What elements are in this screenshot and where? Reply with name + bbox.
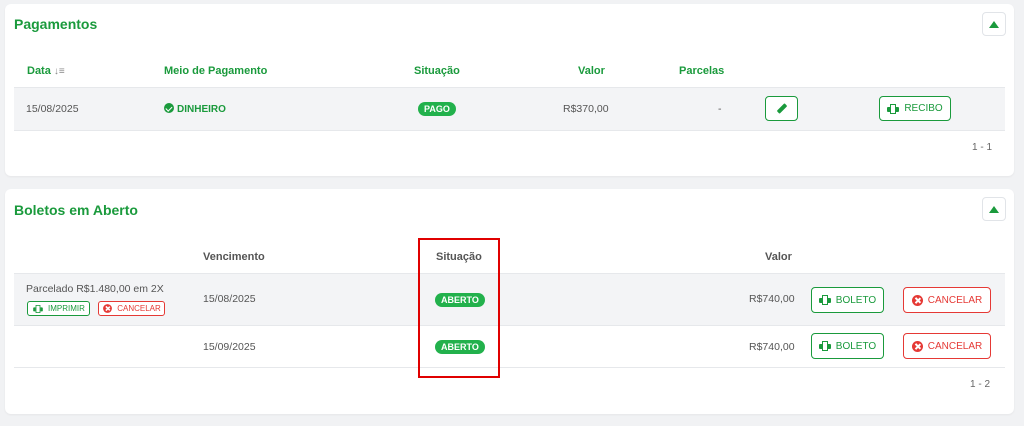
row-parcelas: - [718, 103, 722, 115]
cancelar-parcelamento-button[interactable]: CANCELAR [98, 301, 165, 316]
pagamentos-collapse-button[interactable] [982, 12, 1006, 36]
row-vencimento: 15/08/2025 [203, 293, 256, 305]
boletos-card: Boletos em Aberto Vencimento Situação Va… [5, 189, 1014, 414]
printer-icon [818, 341, 831, 351]
pagination-info: 1 - 2 [970, 379, 991, 390]
highlight-box [418, 238, 500, 378]
header-parcelas: Parcelas [679, 65, 725, 77]
divider [14, 130, 1005, 131]
printer-icon [887, 103, 900, 114]
boleto-button[interactable]: BOLETO [811, 333, 884, 359]
pagination-info: 1 - 1 [972, 142, 993, 153]
imprimir-button[interactable]: IMPRIMIR [27, 301, 90, 316]
header-meio-pagamento: Meio de Pagamento [164, 65, 268, 77]
boletos-collapse-button[interactable] [982, 197, 1006, 221]
divider [14, 367, 1005, 368]
sort-icon: ↓≡ [53, 66, 65, 77]
cancelar-button[interactable]: CANCELAR [903, 333, 991, 359]
cancel-circle-icon [911, 340, 923, 352]
row-valor: R$740,00 [749, 293, 795, 305]
cancelar-button[interactable]: CANCELAR [903, 287, 991, 313]
table-row [14, 87, 1005, 130]
boletos-title: Boletos em Aberto [14, 202, 138, 218]
header-vencimento: Vencimento [203, 251, 265, 263]
row-meio: DINHEIRO [164, 103, 226, 115]
edit-button[interactable] [765, 96, 798, 121]
pagamentos-title: Pagamentos [14, 16, 98, 32]
header-valor: Valor [765, 251, 792, 263]
parcelado-info: Parcelado R$1.480,00 em 2X [26, 283, 164, 295]
row-vencimento: 15/09/2025 [203, 341, 256, 353]
recibo-button[interactable]: RECIBO [879, 96, 951, 121]
divider [14, 325, 1005, 326]
header-valor: Valor [578, 65, 605, 77]
printer-icon [33, 304, 43, 313]
status-badge: PAGO [418, 102, 456, 116]
pencil-icon [776, 103, 788, 115]
cancel-circle-icon [103, 304, 113, 313]
header-situacao: Situação [414, 65, 460, 77]
row-valor: R$370,00 [563, 103, 609, 115]
cancel-circle-icon [911, 294, 923, 306]
pagamentos-card: Pagamentos Data ↓≡ Meio de Pagamento Situ… [5, 4, 1014, 176]
printer-icon [818, 295, 831, 305]
boleto-button[interactable]: BOLETO [811, 287, 884, 313]
divider [14, 273, 1005, 274]
row-valor: R$740,00 [749, 341, 795, 353]
divider [14, 87, 1005, 88]
header-data[interactable]: Data ↓≡ [27, 65, 65, 77]
check-circle-icon [164, 103, 174, 113]
row-data: 15/08/2025 [26, 103, 79, 115]
